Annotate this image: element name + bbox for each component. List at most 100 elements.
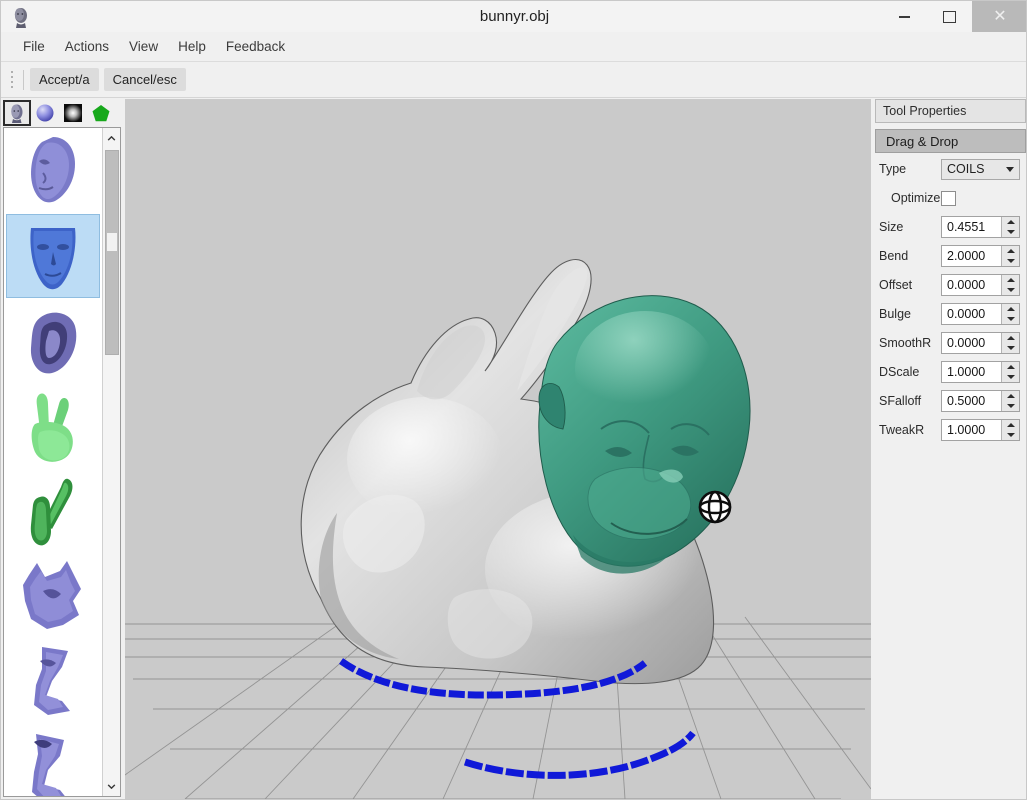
sfalloff-value: 0.5000 xyxy=(942,391,1001,411)
sfalloff-stepper[interactable]: 0.5000 xyxy=(941,390,1020,412)
tweakr-label: TweakR xyxy=(879,423,941,437)
list-item[interactable] xyxy=(6,129,100,213)
scrollbar-thumb[interactable] xyxy=(105,150,119,355)
toolbar: Accept/a Cancel/esc xyxy=(1,62,1027,98)
dscale-stepper[interactable]: 1.0000 xyxy=(941,361,1020,383)
optimize-checkbox[interactable] xyxy=(941,191,956,206)
tweakr-stepper[interactable]: 1.0000 xyxy=(941,419,1020,441)
accept-button[interactable]: Accept/a xyxy=(30,68,99,91)
menu-item-help[interactable]: Help xyxy=(168,35,216,58)
stepper-down-icon[interactable] xyxy=(1002,285,1019,295)
sfalloff-label: SFalloff xyxy=(879,394,941,408)
cancel-button[interactable]: Cancel/esc xyxy=(104,68,186,91)
stepper-down-icon[interactable] xyxy=(1002,401,1019,411)
sphere-library-tab[interactable] xyxy=(31,100,59,126)
bend-stepper-buttons[interactable] xyxy=(1001,246,1019,266)
library-sidebar xyxy=(3,99,123,799)
close-button[interactable]: ✕ xyxy=(972,1,1027,32)
offset-stepper[interactable]: 0.0000 xyxy=(941,274,1020,296)
bend-row: Bend 2.0000 xyxy=(875,243,1026,269)
stepper-down-icon[interactable] xyxy=(1002,372,1019,382)
stepper-down-icon[interactable] xyxy=(1002,430,1019,440)
menu-item-feedback[interactable]: Feedback xyxy=(216,35,295,58)
stepper-up-icon[interactable] xyxy=(1002,420,1019,430)
optimize-row: Optimize xyxy=(875,185,1026,211)
bend-stepper[interactable]: 2.0000 xyxy=(941,245,1020,267)
size-stepper[interactable]: 0.4551 xyxy=(941,216,1020,238)
menu-item-view[interactable]: View xyxy=(119,35,168,58)
viewport-scene xyxy=(125,99,871,799)
stepper-down-icon[interactable] xyxy=(1002,256,1019,266)
menu-item-file[interactable]: File xyxy=(13,35,55,58)
size-stepper-buttons[interactable] xyxy=(1001,217,1019,237)
thumbnail-scrollbar[interactable] xyxy=(102,128,120,796)
3d-viewport[interactable] xyxy=(125,99,871,799)
dscale-stepper-buttons[interactable] xyxy=(1001,362,1019,382)
stepper-down-icon[interactable] xyxy=(1002,343,1019,353)
thumbnail-column xyxy=(4,128,102,797)
offset-stepper-buttons[interactable] xyxy=(1001,275,1019,295)
smoothr-label: SmoothR xyxy=(879,336,941,350)
bulge-value: 0.0000 xyxy=(942,304,1001,324)
bulge-row: Bulge 0.0000 xyxy=(875,301,1026,327)
list-item[interactable] xyxy=(6,554,100,638)
stepper-up-icon[interactable] xyxy=(1002,391,1019,401)
size-row: Size 0.4551 xyxy=(875,214,1026,240)
minimize-button[interactable] xyxy=(882,1,927,32)
bulge-stepper-buttons[interactable] xyxy=(1001,304,1019,324)
scroll-down-button[interactable] xyxy=(103,776,120,796)
primitive-library-tab[interactable] xyxy=(87,100,115,126)
type-row: Type COILS xyxy=(875,156,1026,182)
chevron-down-icon xyxy=(1006,167,1014,172)
list-item[interactable] xyxy=(6,384,100,468)
head-library-tab[interactable] xyxy=(3,100,31,126)
stepper-up-icon[interactable] xyxy=(1002,217,1019,227)
bend-label: Bend xyxy=(879,249,941,263)
smoothr-row: SmoothR 0.0000 xyxy=(875,330,1026,356)
dscale-row: DScale 1.0000 xyxy=(875,359,1026,385)
window-controls: ✕ xyxy=(882,1,1027,32)
stepper-up-icon[interactable] xyxy=(1002,304,1019,314)
stepper-down-icon[interactable] xyxy=(1002,227,1019,237)
maximize-button[interactable] xyxy=(927,1,972,32)
stepper-up-icon[interactable] xyxy=(1002,362,1019,372)
stepper-down-icon[interactable] xyxy=(1002,314,1019,324)
application-window: bunnyr.obj ✕ File Actions View Help Feed… xyxy=(0,0,1027,800)
optimize-label: Optimize xyxy=(879,191,941,205)
tweakr-row: TweakR 1.0000 xyxy=(875,417,1026,443)
smoothr-stepper-buttons[interactable] xyxy=(1001,333,1019,353)
scrollbar-thumb-nub xyxy=(107,233,117,251)
offset-row: Offset 0.0000 xyxy=(875,272,1026,298)
list-item[interactable] xyxy=(6,214,100,298)
list-item[interactable] xyxy=(6,469,100,553)
material-library-tab[interactable] xyxy=(59,100,87,126)
scroll-up-button[interactable] xyxy=(103,128,120,148)
type-dropdown[interactable]: COILS xyxy=(941,159,1020,180)
menu-item-actions[interactable]: Actions xyxy=(55,35,119,58)
bulge-label: Bulge xyxy=(879,307,941,321)
chevron-up-icon xyxy=(107,136,116,141)
model-thumbnail-list[interactable] xyxy=(3,127,121,797)
drag-and-drop-group-header[interactable]: Drag & Drop xyxy=(875,129,1026,153)
smoothr-stepper[interactable]: 0.0000 xyxy=(941,332,1020,354)
list-item[interactable] xyxy=(6,299,100,383)
tweakr-stepper-buttons[interactable] xyxy=(1001,420,1019,440)
drag-handle-icon[interactable] xyxy=(7,69,17,91)
panel-header: Tool Properties xyxy=(875,99,1026,123)
close-icon: ✕ xyxy=(993,9,1006,25)
stepper-up-icon[interactable] xyxy=(1002,275,1019,285)
tweakr-value: 1.0000 xyxy=(942,420,1001,440)
bulge-stepper[interactable]: 0.0000 xyxy=(941,303,1020,325)
sfalloff-stepper-buttons[interactable] xyxy=(1001,391,1019,411)
toolbar-divider xyxy=(23,70,24,90)
dscale-value: 1.0000 xyxy=(942,362,1001,382)
offset-label: Offset xyxy=(879,278,941,292)
list-item[interactable] xyxy=(6,724,100,797)
bend-value: 2.0000 xyxy=(942,246,1001,266)
stepper-up-icon[interactable] xyxy=(1002,246,1019,256)
stepper-up-icon[interactable] xyxy=(1002,333,1019,343)
offset-value: 0.0000 xyxy=(942,275,1001,295)
dscale-label: DScale xyxy=(879,365,941,379)
list-item[interactable] xyxy=(6,639,100,723)
title-bar: bunnyr.obj ✕ xyxy=(1,1,1027,33)
